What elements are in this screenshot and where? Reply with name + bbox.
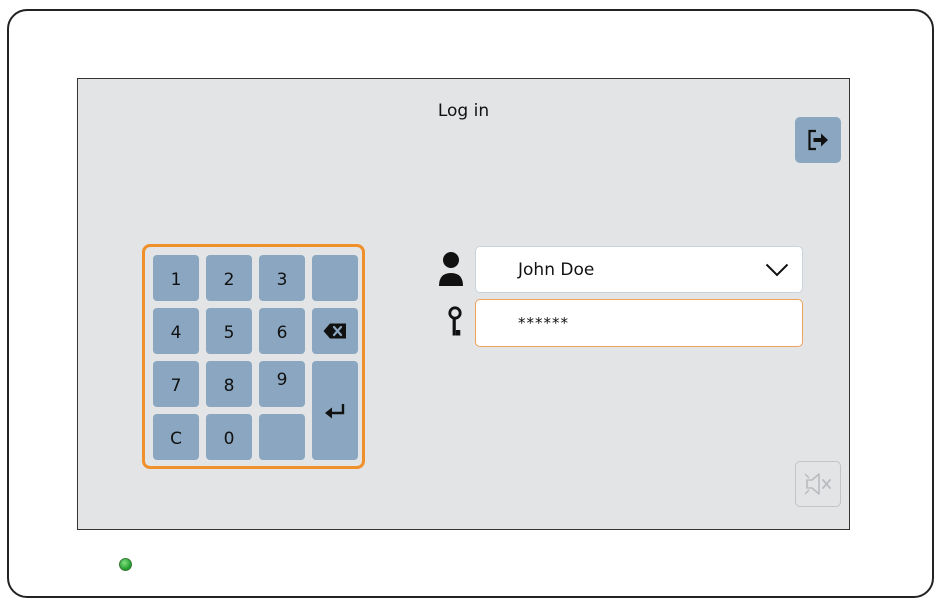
key-8[interactable]: 8 [206, 361, 252, 407]
backspace-key[interactable] [312, 308, 358, 354]
logout-icon [808, 129, 828, 151]
key-label: 4 [170, 323, 182, 343]
key-9[interactable]: 9 [259, 361, 305, 407]
key-label: C [170, 429, 182, 449]
key-4[interactable]: 4 [153, 308, 199, 354]
key-blank[interactable] [259, 414, 305, 460]
key-label: 5 [223, 323, 235, 343]
key-label: 6 [276, 323, 288, 343]
mute-button[interactable] [795, 461, 841, 507]
username-value: John Doe [518, 260, 595, 280]
logout-button[interactable] [795, 117, 841, 163]
password-field[interactable]: ****** [475, 299, 803, 347]
key-0[interactable]: 0 [206, 414, 252, 460]
numeric-keypad: 1 2 3 4 5 6 7 8 9 C 0 [142, 244, 365, 469]
password-value: ****** [518, 314, 569, 332]
page-title: Log in [437, 101, 490, 121]
enter-icon [325, 403, 345, 418]
key-1[interactable]: 1 [153, 255, 199, 301]
username-dropdown[interactable]: John Doe [475, 246, 803, 293]
key-blank[interactable] [312, 255, 358, 301]
key-6[interactable]: 6 [259, 308, 305, 354]
key-icon [446, 304, 464, 340]
key-label: 7 [170, 376, 182, 396]
key-7[interactable]: 7 [153, 361, 199, 407]
key-3[interactable]: 3 [259, 255, 305, 301]
key-label: 2 [223, 270, 235, 290]
enter-key[interactable] [312, 361, 358, 460]
key-label: 8 [223, 376, 235, 396]
key-clear[interactable]: C [153, 414, 199, 460]
key-5[interactable]: 5 [206, 308, 252, 354]
login-screen: Log in 1 2 3 4 5 6 7 8 9 C 0 John Doe **… [77, 78, 850, 530]
status-led [119, 558, 132, 571]
user-icon [436, 249, 466, 289]
key-2[interactable]: 2 [206, 255, 252, 301]
key-label: 1 [170, 270, 182, 290]
key-label: 9 [276, 370, 288, 390]
key-label: 0 [223, 429, 235, 449]
backspace-icon [323, 323, 346, 339]
speaker-muted-icon [804, 473, 831, 495]
key-label: 3 [276, 270, 288, 290]
chevron-down-icon [765, 263, 789, 277]
